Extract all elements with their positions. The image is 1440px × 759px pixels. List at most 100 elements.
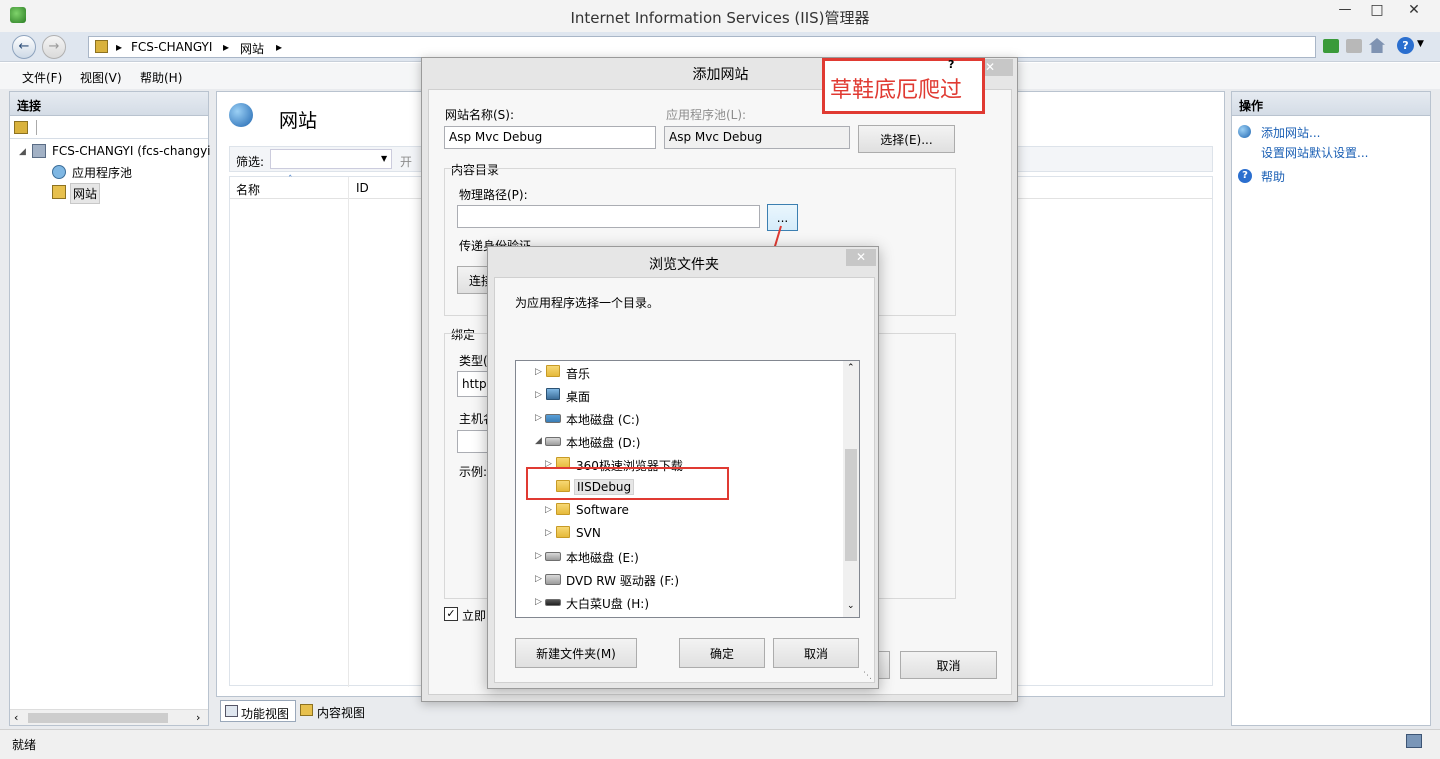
folder-item-svn[interactable]: ▷ SVN (516, 522, 842, 544)
action-add-site[interactable]: 添加网站... (1261, 124, 1320, 141)
scroll-down-icon[interactable]: ⌄ (847, 601, 855, 611)
globe-icon (229, 103, 253, 127)
browse-cancel-button[interactable]: 取消 (773, 638, 859, 668)
sites-icon (52, 185, 66, 199)
folder-item-software[interactable]: ▷ Software (516, 499, 842, 521)
system-drive-icon (545, 414, 561, 423)
action-help[interactable]: 帮助 (1261, 168, 1285, 185)
minimize-button[interactable]: — (1330, 2, 1360, 24)
column-divider (348, 177, 349, 687)
address-box[interactable]: ▸ FCS-CHANGYI ▸ 网站 ▸ (88, 36, 1316, 58)
add-site-cancel-button[interactable]: 取消 (900, 651, 997, 679)
tab-content-view[interactable]: 内容视图 (298, 700, 376, 722)
new-folder-button[interactable]: 新建文件夹(M) (515, 638, 637, 668)
folder-label: SVN (576, 526, 601, 540)
tree-sites[interactable]: 网站 (70, 183, 101, 204)
scroll-left-icon[interactable]: ‹ (14, 711, 18, 724)
scroll-up-icon[interactable]: ⌃ (847, 363, 855, 373)
folder-item-drive-c[interactable]: ▷ 本地磁盘 (C:) (516, 407, 842, 429)
folder-item-music[interactable]: ▷ 音乐 (516, 361, 842, 383)
address-sep-icon: ▸ (276, 40, 283, 54)
title-bar: Internet Information Services (IIS)管理器 —… (0, 0, 1440, 32)
site-name-input[interactable]: Asp Mvc Debug (444, 126, 656, 149)
expand-icon[interactable]: ▷ (535, 574, 542, 584)
maximize-button[interactable]: □ (1362, 2, 1392, 24)
expand-icon[interactable]: ▷ (535, 390, 542, 400)
back-button[interactable]: ← (12, 35, 36, 59)
expand-icon[interactable]: ▷ (535, 597, 542, 607)
column-id[interactable]: ID (356, 181, 369, 195)
tree-scrollbar[interactable]: ⌃ ⌄ (843, 361, 859, 617)
expand-icon[interactable]: ▷ (535, 551, 542, 561)
action-site-defaults[interactable]: 设置网站默认设置... (1261, 144, 1368, 161)
annotation-highlight-box (526, 467, 729, 500)
tree-app-pools[interactable]: 应用程序池 (72, 164, 132, 181)
expand-icon[interactable]: ▷ (545, 528, 552, 538)
connections-header: 连接 (10, 92, 208, 116)
window-title: Internet Information Services (IIS)管理器 (570, 9, 870, 27)
expand-icon[interactable]: ▷ (535, 367, 542, 377)
browse-ok-button[interactable]: 确定 (679, 638, 765, 668)
browse-title: 浏览文件夹 (649, 257, 719, 273)
collapse-icon[interactable]: ◢ (19, 147, 26, 157)
home-icon[interactable] (1369, 38, 1385, 53)
folder-label: 本地磁盘 (E:) (566, 551, 639, 565)
tree-server[interactable]: FCS-CHANGYI (fcs-changyi (52, 144, 211, 158)
address-segment-sites[interactable]: 网站 (240, 40, 264, 57)
filter-go-button[interactable]: 开 (400, 153, 412, 170)
column-name[interactable]: 名称 (236, 181, 260, 198)
browse-close-button[interactable]: ✕ (846, 249, 876, 266)
collapse-icon[interactable]: ◢ (535, 436, 542, 446)
horizontal-scrollbar[interactable]: ‹ › (10, 709, 208, 725)
address-sep-icon: ▸ (223, 40, 230, 54)
menu-help[interactable]: 帮助(H) (140, 69, 182, 86)
forward-button[interactable]: → (42, 35, 66, 59)
scroll-thumb[interactable] (28, 713, 168, 723)
tab-features-view[interactable]: 功能视图 (220, 700, 296, 722)
folder-item-dvd-f[interactable]: ▷ DVD RW 驱动器 (F:) (516, 568, 842, 590)
help-dropdown-icon[interactable]: ? (1397, 37, 1414, 54)
start-checkbox[interactable]: ✓ (444, 607, 458, 621)
folder-item-drive-d[interactable]: ◢ 本地磁盘 (D:) (516, 430, 842, 452)
folder-label: DVD RW 驱动器 (F:) (566, 574, 680, 588)
music-folder-icon (546, 365, 560, 377)
physical-path-input[interactable] (457, 205, 760, 228)
example-label: 示例: (459, 465, 488, 479)
expand-icon[interactable]: ▷ (535, 413, 542, 423)
folder-item-drive-e[interactable]: ▷ 本地磁盘 (E:) (516, 545, 842, 567)
start-label: 立即 (462, 609, 487, 623)
connect-icon[interactable] (14, 121, 28, 134)
folder-item-usb-h[interactable]: ▷ 大白菜U盘 (H:) (516, 591, 842, 613)
drive-icon (545, 437, 561, 446)
menu-view[interactable]: 视图(V) (80, 69, 122, 86)
stop-icon[interactable] (1346, 39, 1362, 53)
network-icon (1406, 734, 1422, 748)
tree-scroll-thumb[interactable] (845, 449, 857, 561)
chevron-down-icon[interactable]: ▼ (1417, 39, 1424, 49)
refresh-icon[interactable] (1323, 39, 1339, 53)
annotation-help-glyph: ? (948, 58, 955, 71)
menu-file[interactable]: 文件(F) (22, 69, 62, 86)
filter-input[interactable]: ▼ (270, 149, 392, 169)
usb-drive-icon (545, 599, 561, 606)
close-window-button[interactable]: ✕ (1394, 2, 1434, 24)
type-label: 类型( (459, 354, 488, 368)
select-app-pool-button[interactable]: 选择(E)... (858, 125, 955, 153)
resize-grip-icon[interactable]: ⋱ (863, 671, 872, 681)
address-segment-server[interactable]: FCS-CHANGYI (131, 40, 212, 54)
folder-item-desktop[interactable]: ▷ 桌面 (516, 384, 842, 406)
toolbar-divider (36, 120, 37, 135)
site-name-label: 网站名称(S): (445, 108, 515, 122)
drive-icon (545, 552, 561, 561)
chevron-down-icon[interactable]: ▼ (381, 154, 387, 163)
annotation-text: 草鞋底厄爬过 (830, 78, 963, 103)
folder-label: Software (576, 503, 629, 517)
server-icon (95, 40, 108, 53)
page-title: 网站 (279, 110, 318, 132)
browse-prompt: 为应用程序选择一个目录。 (515, 296, 660, 310)
scroll-right-icon[interactable]: › (196, 711, 200, 724)
content-view-icon (300, 704, 313, 716)
tab-content-label: 内容视图 (317, 706, 366, 720)
expand-icon[interactable]: ▷ (545, 505, 552, 515)
tab-features-label: 功能视图 (241, 707, 290, 721)
